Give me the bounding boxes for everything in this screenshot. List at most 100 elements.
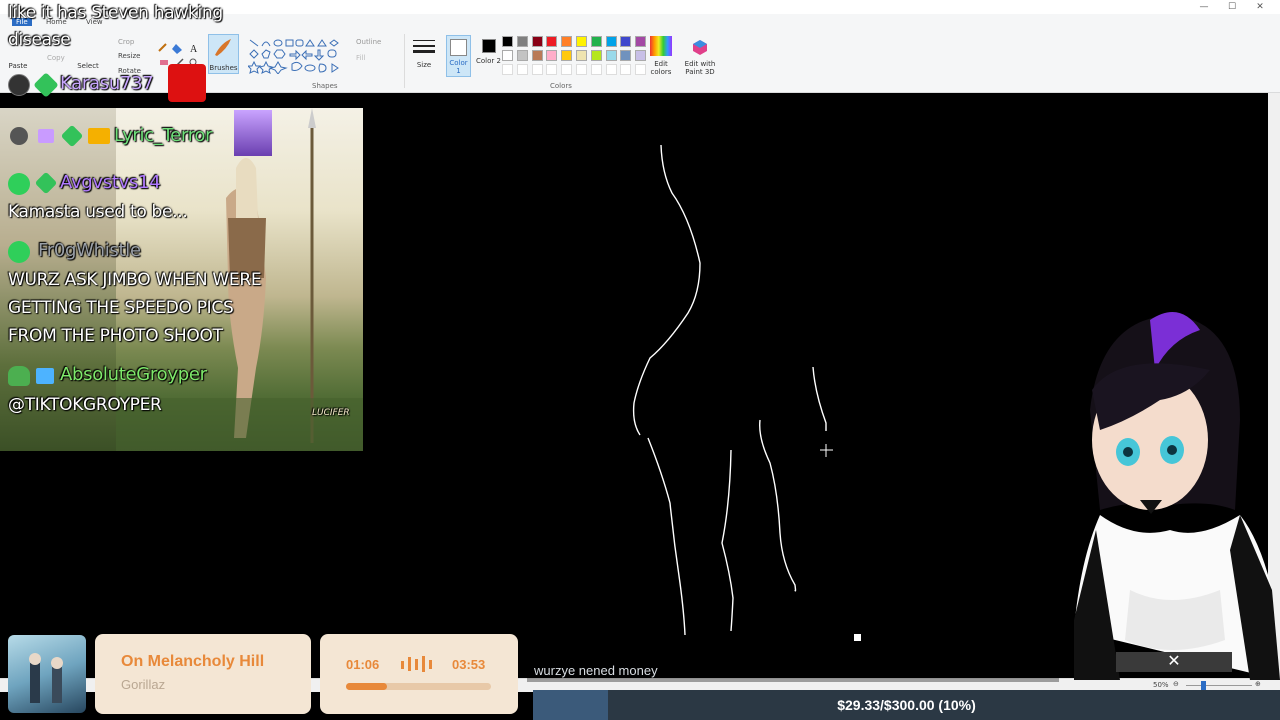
song-artist: Gorillaz (121, 677, 166, 692)
color-swatch[interactable] (546, 36, 558, 47)
color-swatch[interactable] (561, 36, 573, 47)
color-swatch[interactable] (576, 50, 587, 61)
brush-icon (215, 39, 231, 56)
screen: — ☐ ✕ File Home View Paste Copy Select C… (0, 0, 1280, 720)
sketch-stroke-leg-front (647, 437, 686, 636)
close-overlay-icon[interactable]: ✕ (1116, 652, 1232, 672)
crop-button[interactable]: Crop (118, 38, 134, 46)
color-swatch[interactable] (546, 50, 558, 61)
color-swatch[interactable] (502, 36, 513, 47)
zoom-level: 50% (1153, 681, 1169, 689)
crosshair-cursor (820, 444, 833, 457)
color1-swatch (450, 39, 467, 56)
sword-badge-icon (36, 368, 54, 384)
chat-message-3: Kamasta used to be... (8, 202, 188, 222)
total-time: 03:53 (452, 657, 486, 672)
edit-paint3d-label[interactable]: Edit with Paint 3D (682, 60, 718, 76)
close-window-button[interactable]: ✕ (1246, 0, 1274, 14)
custom-color-swatch[interactable] (576, 64, 587, 75)
edit-colors-label[interactable]: Edit colors (644, 60, 678, 76)
chat-message-4-line1: WURZ ASK JIMBO WHEN WERE (8, 270, 262, 290)
chat-message-top-line1: like it has Steven hawking (8, 3, 223, 23)
paint3d-icon[interactable] (690, 38, 710, 56)
chat-username-3: Avgvstvs14 (60, 172, 161, 193)
song-title: On Melancholy Hill (121, 653, 265, 670)
brushes-button[interactable]: Brushes (208, 34, 239, 74)
pencil-icon[interactable] (158, 43, 167, 52)
playback-panel: 01:06 03:53 (320, 634, 518, 714)
color-swatch[interactable] (590, 36, 602, 47)
chat-username-4: Fr0gWhistle (38, 240, 141, 261)
color-swatch[interactable] (590, 50, 602, 61)
custom-color-swatch[interactable] (620, 64, 632, 75)
green-x-badge-icon (8, 173, 30, 195)
color2-label: Color 2 (476, 57, 501, 65)
custom-color-swatch[interactable] (546, 64, 558, 75)
copy-button[interactable]: Copy (47, 54, 65, 62)
color-swatch[interactable] (620, 36, 632, 47)
colors-group-label: Colors (550, 82, 572, 90)
shapes-gallery[interactable] (248, 38, 344, 74)
zoom-out-button[interactable]: ⊖ (1173, 680, 1179, 688)
svg-text:A: A (190, 44, 198, 55)
custom-color-swatch[interactable] (502, 64, 513, 75)
elapsed-time: 01:06 (346, 657, 380, 672)
art-card-logo: LUCIFER (312, 408, 350, 418)
color-swatch[interactable] (502, 50, 513, 61)
select-button[interactable]: Select (76, 62, 100, 70)
color2-swatch (481, 39, 496, 53)
minimize-button[interactable]: — (1190, 0, 1218, 14)
frog-badge-icon (8, 366, 30, 386)
fill-icon[interactable] (172, 44, 182, 54)
album-figures (29, 653, 63, 703)
color-swatch[interactable] (516, 36, 528, 47)
chat-message-top-line2: disease (8, 30, 71, 50)
donation-goal-text: $29.33/$300.00 (10%) (837, 697, 976, 713)
color-swatch[interactable] (531, 50, 543, 61)
paste-button[interactable]: Paste (6, 62, 30, 70)
custom-color-swatch[interactable] (561, 64, 573, 75)
color-swatch[interactable] (561, 50, 573, 61)
maximize-button[interactable]: ☐ (1218, 0, 1246, 14)
zoom-in-button[interactable]: ⊕ (1255, 680, 1261, 688)
chat-username-2: Lyric_Terror (114, 125, 213, 146)
edit-colors-icon[interactable] (650, 36, 672, 56)
custom-color-swatch[interactable] (531, 64, 543, 75)
color-swatch[interactable] (516, 50, 528, 61)
eraser-icon[interactable] (160, 60, 168, 65)
ticker-text: wurzye nened money (534, 663, 658, 678)
moderator-badge-icon (10, 127, 28, 145)
user-avatar-icon (8, 74, 30, 96)
divider (404, 34, 405, 88)
sketch-stroke-leg-back (759, 419, 797, 592)
equalizer-icon (401, 656, 432, 672)
text-icon[interactable]: A (190, 44, 198, 55)
chat-username-1: Karasu737 (60, 73, 154, 94)
color-swatch[interactable] (620, 50, 632, 61)
crown-badge-icon (88, 128, 110, 144)
outline-dropdown[interactable]: Outline (356, 38, 381, 46)
color2-button[interactable]: Color 2 (476, 35, 501, 77)
canvas-resize-handle[interactable] (854, 634, 861, 641)
zoom-slider-track[interactable] (1186, 685, 1252, 686)
chat-message-5: @TIKTOKGROYPER (8, 395, 162, 415)
size-button[interactable] (412, 38, 436, 60)
color1-button[interactable]: Color 1 (446, 35, 471, 77)
playback-progress-track[interactable] (346, 683, 491, 690)
album-art (8, 635, 86, 713)
color-swatch[interactable] (531, 36, 543, 47)
chat-message-4-line3: FROM THE PHOTO SHOOT (8, 326, 223, 346)
fill-dropdown[interactable]: Fill (356, 54, 365, 62)
brushes-label: Brushes (209, 64, 238, 72)
resize-button[interactable]: Resize (118, 52, 140, 60)
custom-color-swatch[interactable] (605, 64, 617, 75)
color-swatch[interactable] (605, 50, 617, 61)
color-swatch[interactable] (635, 36, 647, 47)
red-emote-icon (168, 64, 206, 102)
chat-message-4-line2: GETTING THE SPEEDO PICS (8, 298, 234, 318)
custom-color-swatch[interactable] (516, 64, 528, 75)
color-swatch[interactable] (576, 36, 587, 47)
line-size-icon (413, 40, 435, 53)
custom-color-swatch[interactable] (590, 64, 602, 75)
color-swatch[interactable] (605, 36, 617, 47)
